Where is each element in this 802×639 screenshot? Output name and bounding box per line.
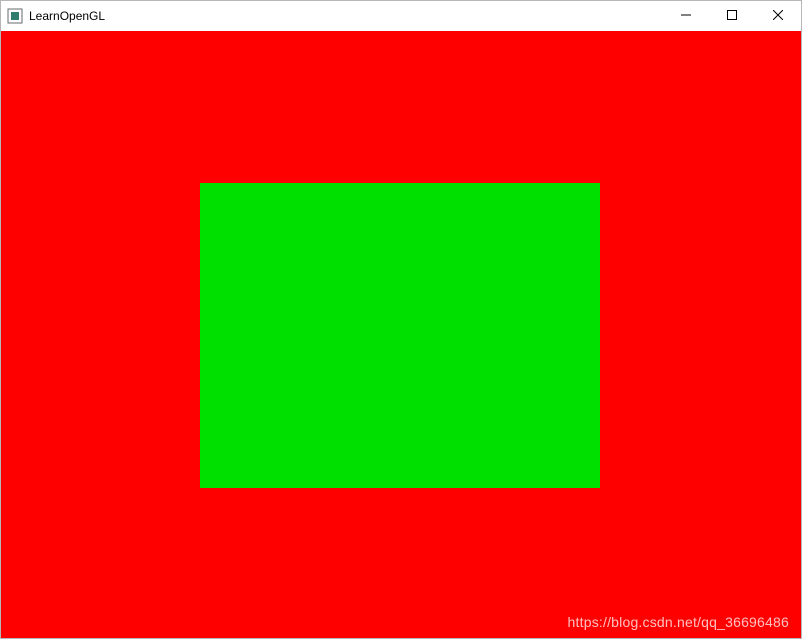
- titlebar[interactable]: LearnOpenGL: [1, 1, 801, 31]
- window-title: LearnOpenGL: [29, 9, 105, 23]
- minimize-icon: [681, 10, 691, 23]
- maximize-button[interactable]: [709, 1, 755, 31]
- application-window: LearnOpenGL: [0, 0, 802, 639]
- minimize-button[interactable]: [663, 1, 709, 31]
- app-icon: [7, 8, 23, 24]
- client-area: https://blog.csdn.net/qq_36696486: [1, 31, 801, 638]
- close-button[interactable]: [755, 1, 801, 31]
- opengl-canvas: https://blog.csdn.net/qq_36696486: [1, 31, 801, 638]
- window-controls: [663, 1, 801, 31]
- close-icon: [773, 10, 783, 23]
- maximize-icon: [727, 10, 737, 23]
- gl-rendered-rectangle: [200, 183, 600, 488]
